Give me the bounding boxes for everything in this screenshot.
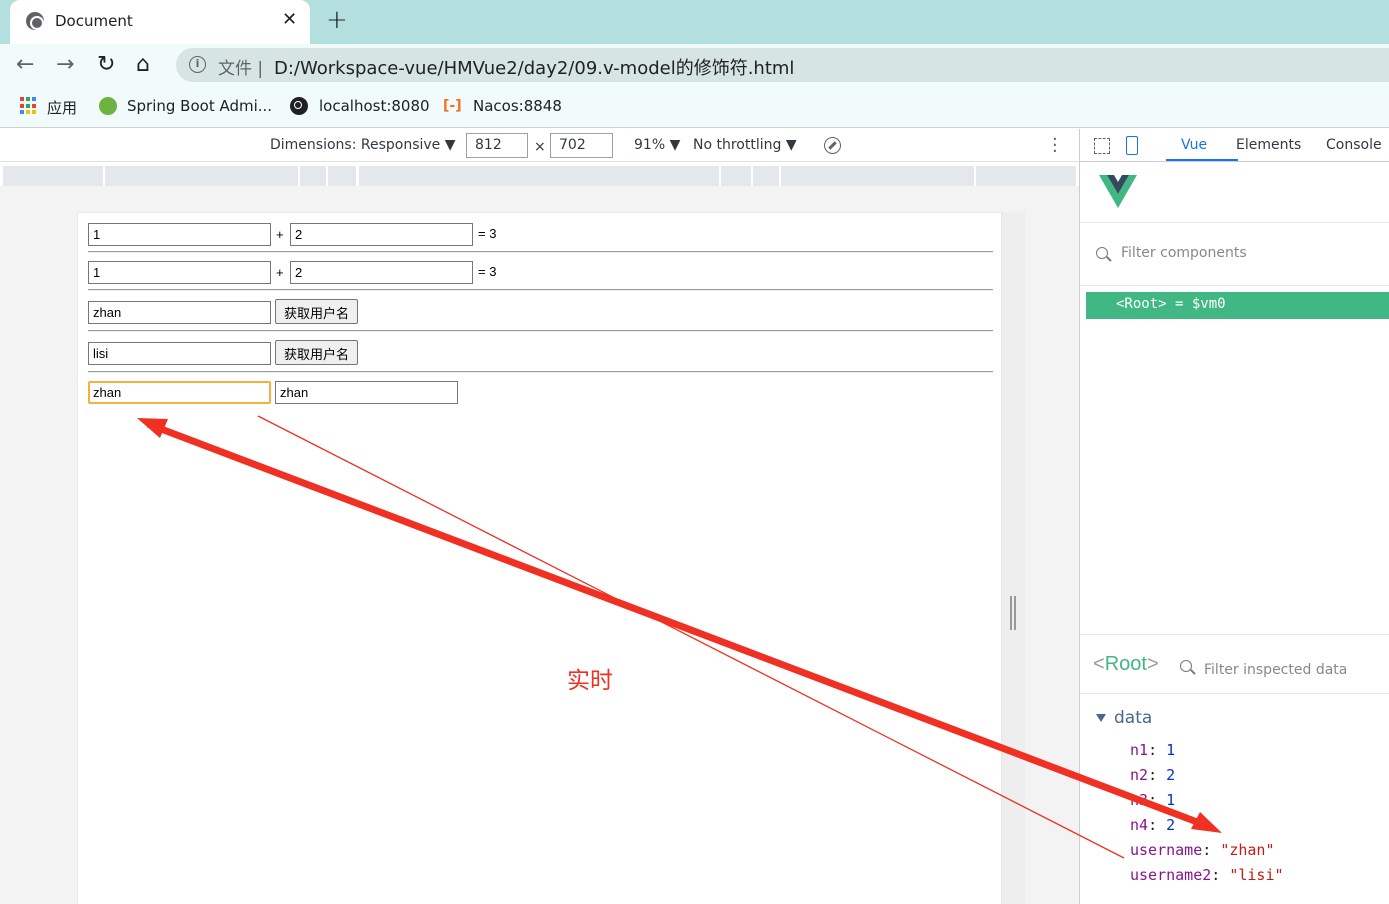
plus-sign: + xyxy=(276,227,284,242)
filter-inspected-data[interactable]: Filter inspected data xyxy=(1204,662,1347,678)
n3-input[interactable]: 1 xyxy=(88,261,271,284)
nacos-icon: [-] xyxy=(443,98,462,114)
inspect-element-icon[interactable] xyxy=(1094,138,1110,154)
zoom-dropdown[interactable]: 91% ▼ xyxy=(634,137,680,153)
times-sign: × xyxy=(534,139,546,155)
username2-input[interactable]: lisi xyxy=(88,342,271,365)
globe-icon xyxy=(26,12,44,30)
filter-components-placeholder: Filter components xyxy=(1121,245,1247,261)
data-prop-n3[interactable]: n3: 1 xyxy=(1130,791,1175,809)
device-toggle-icon[interactable] xyxy=(1126,136,1138,155)
divider xyxy=(88,371,993,373)
vue-logo-icon xyxy=(1099,175,1137,208)
bookmark-localhost[interactable]: localhost:8080 xyxy=(319,97,430,115)
data-prop-n4[interactable]: n4: 2 xyxy=(1130,816,1175,834)
reload-icon[interactable]: ↻ xyxy=(97,52,115,77)
devtools-panel: Vue Elements Console Filter components <… xyxy=(1079,129,1389,904)
triangle-down-icon xyxy=(1096,714,1106,722)
annotation-label: 实时 xyxy=(567,668,613,694)
browser-tab[interactable]: Document ✕ xyxy=(10,0,310,44)
throttling-dropdown[interactable]: No throttling ▼ xyxy=(693,137,797,153)
data-prop-n2[interactable]: n2: 2 xyxy=(1130,766,1175,784)
mirror-input[interactable]: zhan xyxy=(275,381,458,404)
devtools-tabbar: Vue Elements Console xyxy=(1080,129,1389,162)
resize-handle[interactable] xyxy=(1010,596,1016,630)
rotate-icon[interactable] xyxy=(824,137,841,154)
data-prop-username2[interactable]: username2: "lisi" xyxy=(1130,866,1284,884)
home-icon[interactable]: ⌂ xyxy=(136,52,150,77)
n2-input[interactable]: 2 xyxy=(290,223,473,246)
bookmark-nacos[interactable]: Nacos:8848 xyxy=(473,97,562,115)
divider xyxy=(88,289,993,291)
tab-close-icon[interactable]: ✕ xyxy=(282,9,297,30)
tab-title: Document xyxy=(55,12,133,30)
new-tab-button[interactable]: + xyxy=(326,5,348,35)
divider xyxy=(88,330,993,332)
browser-toolbar: ← → ↻ ⌂ i 文件 | D:/Workspace-vue/HMVue2/d… xyxy=(0,44,1389,86)
device-toolbar: Dimensions: Responsive ▼ 812 × 702 91% ▼… xyxy=(0,129,1079,162)
filter-components-field[interactable]: Filter components xyxy=(1080,235,1389,275)
back-arrow-icon[interactable]: ← xyxy=(16,52,34,77)
tab-elements[interactable]: Elements xyxy=(1236,137,1301,153)
bookmark-apps[interactable]: 应用 xyxy=(47,97,77,118)
bookmark-spring-boot-admin[interactable]: Spring Boot Admi... xyxy=(127,97,272,115)
n4-input[interactable]: 2 xyxy=(290,261,473,284)
media-query-ruler xyxy=(0,163,1079,186)
sum-result: = 3 xyxy=(478,264,497,279)
search-icon xyxy=(1180,660,1192,672)
address-bar[interactable]: i 文件 | D:/Workspace-vue/HMVue2/day2/09.v… xyxy=(176,48,1389,82)
url-text[interactable]: D:/Workspace-vue/HMVue2/day2/09.v-model的… xyxy=(274,54,794,80)
globe-icon xyxy=(290,97,308,115)
viewport-gutter xyxy=(1002,212,1025,904)
get-username-button[interactable]: 获取用户名 xyxy=(275,299,359,324)
bookmarks-bar: 应用 Spring Boot Admi... localhost:8080 [-… xyxy=(0,86,1389,128)
sum-result: = 3 xyxy=(478,226,497,241)
inspector-header: <Root> Filter inspected data xyxy=(1080,634,1389,694)
url-scheme: 文件 | xyxy=(218,59,264,79)
component-tree-root[interactable]: <Root> = $vm0 xyxy=(1086,292,1389,319)
get-username2-button[interactable]: 获取用户名 xyxy=(275,340,359,365)
realtime-input[interactable]: zhan xyxy=(88,381,271,404)
height-input[interactable]: 702 xyxy=(550,133,613,158)
data-section-toggle[interactable]: data xyxy=(1096,708,1152,728)
info-icon[interactable]: i xyxy=(189,56,206,73)
data-prop-username[interactable]: username: "zhan" xyxy=(1130,841,1275,859)
inspected-component-title: <Root> xyxy=(1093,653,1159,675)
divider xyxy=(88,251,993,253)
forward-arrow-icon[interactable]: → xyxy=(56,52,74,77)
width-input[interactable]: 812 xyxy=(466,133,528,158)
data-prop-n1[interactable]: n1: 1 xyxy=(1130,741,1175,759)
dimensions-dropdown[interactable]: Dimensions: Responsive ▼ xyxy=(270,137,456,153)
plus-sign: + xyxy=(276,265,284,280)
search-icon xyxy=(1096,247,1108,259)
active-tab-indicator xyxy=(1166,159,1238,161)
spring-icon xyxy=(99,97,117,115)
emulated-page: 1 + 2 = 3 1 + 2 = 3 zhan 获取用户名 lisi 获取用户… xyxy=(77,212,1002,904)
tab-console[interactable]: Console xyxy=(1326,137,1382,153)
tab-strip: Document ✕ + xyxy=(0,0,1389,44)
username-input[interactable]: zhan xyxy=(88,301,271,324)
tab-vue[interactable]: Vue xyxy=(1181,137,1207,153)
apps-grid-icon xyxy=(20,97,38,115)
n1-input[interactable]: 1 xyxy=(88,223,271,246)
more-options-icon[interactable]: · · · xyxy=(1052,131,1058,161)
